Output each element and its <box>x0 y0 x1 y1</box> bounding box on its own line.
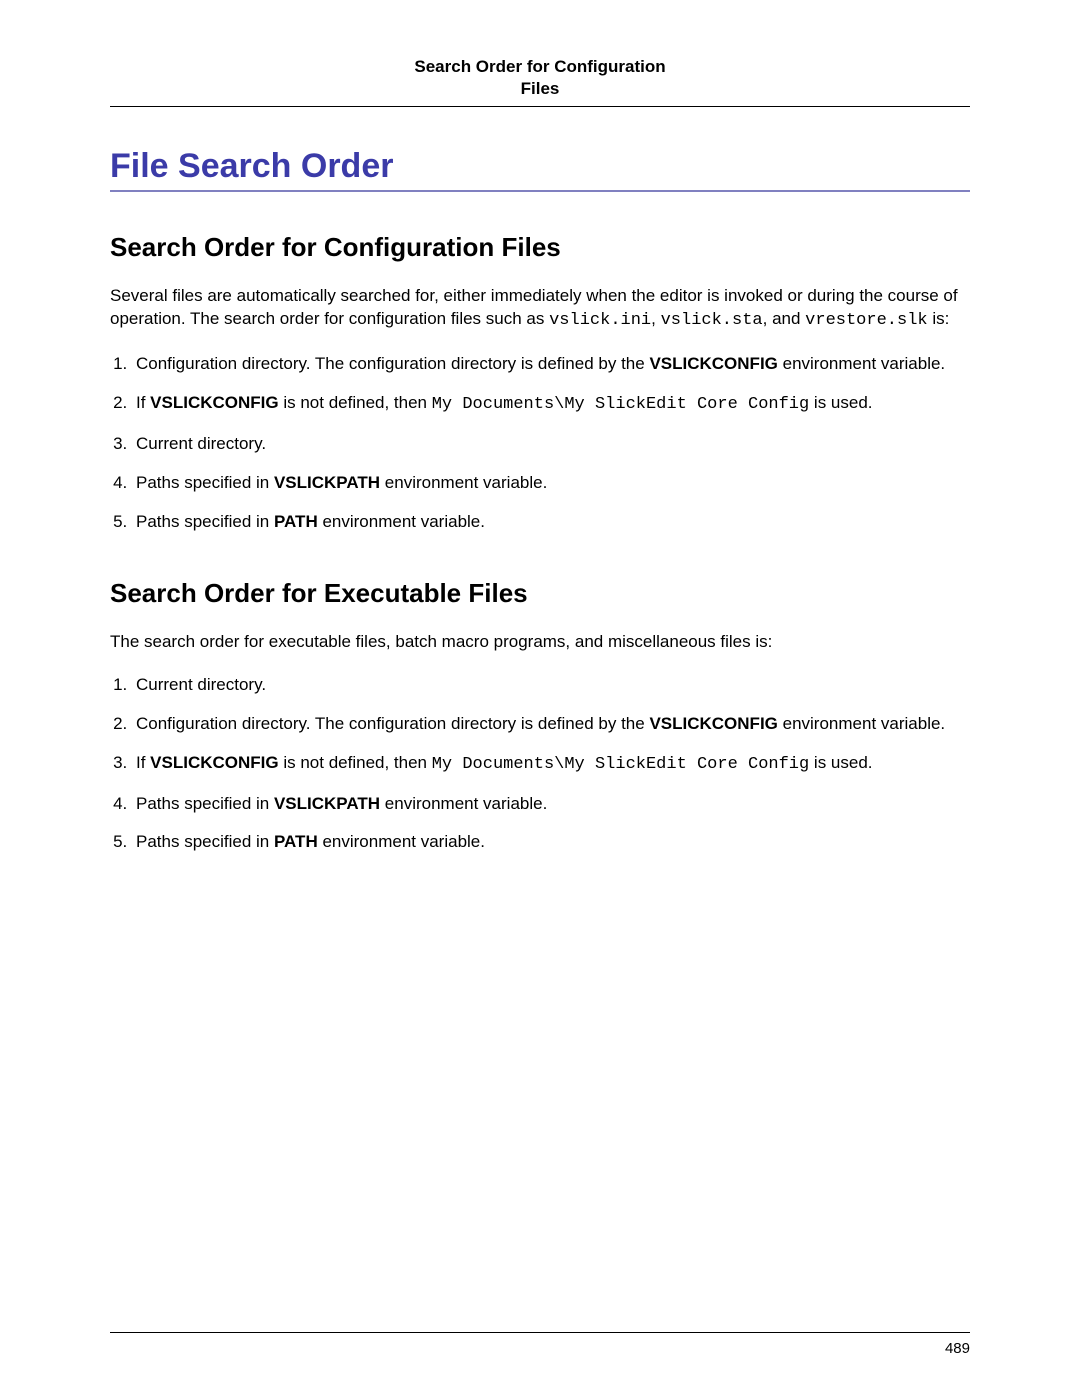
text: is used. <box>809 393 872 412</box>
env-var: VSLICKCONFIG <box>150 753 278 772</box>
text: environment variable. <box>380 794 547 813</box>
text: environment variable. <box>778 714 945 733</box>
text: is used. <box>809 753 872 772</box>
code-sta: vslick.sta <box>661 311 763 330</box>
text: Paths specified in <box>136 512 274 531</box>
text: is not defined, then <box>279 753 432 772</box>
text: Paths specified in <box>136 832 274 851</box>
env-var: VSLICKCONFIG <box>649 714 777 733</box>
running-header-line1: Search Order for Configuration <box>414 57 665 76</box>
section-exec-list: Current directory. Configuration directo… <box>110 674 970 855</box>
text: If <box>136 393 150 412</box>
list-item: Paths specified in VSLICKPATH environmen… <box>132 793 970 816</box>
text: Current directory. <box>136 434 266 453</box>
text: Paths specified in <box>136 794 274 813</box>
env-var: PATH <box>274 512 318 531</box>
code-path: My Documents\My SlickEdit Core Config <box>432 395 809 414</box>
section-config-list: Configuration directory. The configurati… <box>110 353 970 534</box>
list-item: Paths specified in VSLICKPATH environmen… <box>132 472 970 495</box>
text: If <box>136 753 150 772</box>
page: Search Order for Configuration Files Fil… <box>0 0 1080 1397</box>
list-item: Current directory. <box>132 433 970 456</box>
code-ini: vslick.ini <box>549 311 651 330</box>
chapter-title-rule <box>110 190 970 192</box>
env-var: PATH <box>274 832 318 851</box>
list-item: Paths specified in PATH environment vari… <box>132 831 970 854</box>
chapter-title: File Search Order <box>110 147 970 186</box>
list-item: Configuration directory. The configurati… <box>132 353 970 376</box>
text: is not defined, then <box>279 393 432 412</box>
footer-rule <box>110 1332 970 1333</box>
code-slk: vrestore.slk <box>805 311 927 330</box>
section-config-intro: Several files are automatically searched… <box>110 285 970 333</box>
text: environment variable. <box>380 473 547 492</box>
text: environment variable. <box>778 354 945 373</box>
text: environment variable. <box>318 512 485 531</box>
list-item: Configuration directory. The configurati… <box>132 713 970 736</box>
section-exec-title: Search Order for Executable Files <box>110 578 970 609</box>
running-header-line2: Files <box>521 79 560 98</box>
header-rule <box>110 106 970 107</box>
text: Current directory. <box>136 675 266 694</box>
env-var: VSLICKCONFIG <box>150 393 278 412</box>
list-item: If VSLICKCONFIG is not defined, then My … <box>132 752 970 777</box>
intro-sep1: , <box>651 309 660 328</box>
text: environment variable. <box>318 832 485 851</box>
intro-post: is: <box>928 309 950 328</box>
section-exec-intro: The search order for executable files, b… <box>110 631 970 654</box>
running-header: Search Order for Configuration Files <box>390 56 690 100</box>
text: Paths specified in <box>136 473 274 492</box>
intro-sep2: , and <box>763 309 806 328</box>
env-var: VSLICKCONFIG <box>649 354 777 373</box>
text: Configuration directory. The configurati… <box>136 714 649 733</box>
list-item: Current directory. <box>132 674 970 697</box>
list-item: Paths specified in PATH environment vari… <box>132 511 970 534</box>
env-var: VSLICKPATH <box>274 794 380 813</box>
text: Configuration directory. The configurati… <box>136 354 649 373</box>
env-var: VSLICKPATH <box>274 473 380 492</box>
code-path: My Documents\My SlickEdit Core Config <box>432 755 809 774</box>
section-config-title: Search Order for Configuration Files <box>110 232 970 263</box>
page-number: 489 <box>945 1340 970 1357</box>
list-item: If VSLICKCONFIG is not defined, then My … <box>132 392 970 417</box>
